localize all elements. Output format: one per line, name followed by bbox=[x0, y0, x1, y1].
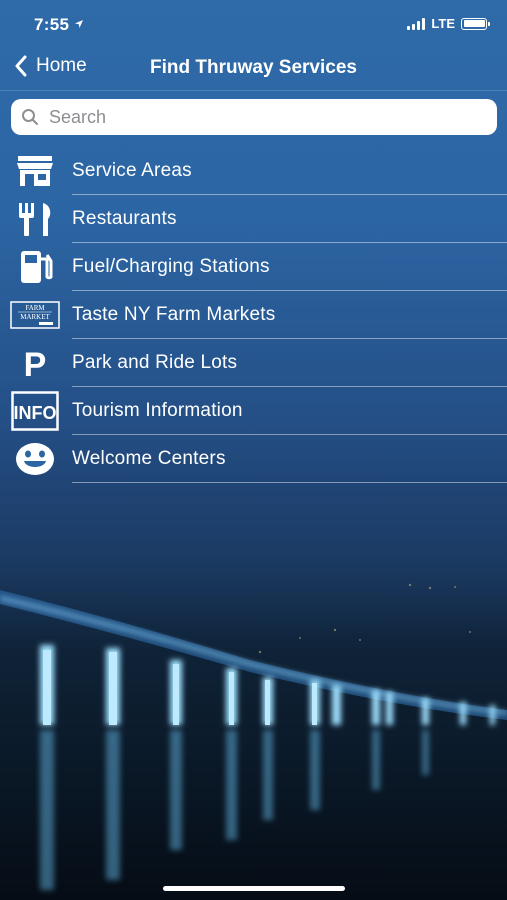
menu-item-label: Service Areas bbox=[72, 160, 192, 181]
background-bridge-image bbox=[0, 560, 507, 900]
menu-item-label: Welcome Centers bbox=[72, 448, 226, 469]
menu-item-welcome-centers[interactable]: Welcome Centers bbox=[0, 435, 507, 483]
search-icon bbox=[22, 109, 38, 125]
menu-item-farm-markets[interactable]: FARM MARKET Taste NY Farm Markets bbox=[0, 291, 507, 339]
store-icon bbox=[10, 147, 60, 195]
divider bbox=[72, 482, 507, 483]
svg-text:INFO: INFO bbox=[14, 403, 57, 423]
fork-knife-icon bbox=[10, 195, 60, 243]
svg-text:FARM: FARM bbox=[25, 304, 45, 312]
network-type: LTE bbox=[431, 16, 455, 31]
menu-item-service-areas[interactable]: Service Areas bbox=[0, 147, 507, 195]
back-button[interactable]: Home bbox=[14, 55, 87, 77]
navigation-bar: Find Thruway Services Home bbox=[0, 46, 507, 90]
services-menu: Service Areas Restaurants Fuel/Charging bbox=[0, 147, 507, 483]
parking-icon: P bbox=[10, 339, 60, 387]
menu-item-park-and-ride[interactable]: P Park and Ride Lots bbox=[0, 339, 507, 387]
nav-divider bbox=[0, 90, 507, 91]
status-time: 7:55 bbox=[34, 15, 84, 35]
back-label: Home bbox=[36, 55, 87, 76]
menu-item-label: Tourism Information bbox=[72, 400, 243, 421]
location-arrow-icon bbox=[75, 20, 84, 28]
svg-text:P: P bbox=[24, 346, 47, 381]
info-icon: INFO bbox=[10, 387, 60, 435]
chevron-left-icon bbox=[15, 55, 27, 77]
menu-item-fuel-charging[interactable]: Fuel/Charging Stations bbox=[0, 243, 507, 291]
fuel-pump-icon bbox=[10, 243, 60, 291]
menu-item-label: Park and Ride Lots bbox=[72, 352, 238, 373]
status-bar: 7:55 LTE bbox=[0, 0, 507, 50]
smiley-icon bbox=[10, 435, 60, 483]
menu-item-label: Taste NY Farm Markets bbox=[72, 304, 276, 325]
status-indicators: LTE bbox=[407, 16, 490, 31]
farm-market-icon: FARM MARKET bbox=[10, 291, 60, 339]
menu-item-restaurants[interactable]: Restaurants bbox=[0, 195, 507, 243]
search-bar[interactable] bbox=[11, 99, 497, 135]
menu-item-label: Fuel/Charging Stations bbox=[72, 256, 270, 277]
signal-strength-icon bbox=[407, 17, 426, 30]
menu-item-label: Restaurants bbox=[72, 208, 177, 229]
home-indicator[interactable] bbox=[163, 886, 345, 891]
menu-item-tourism-info[interactable]: INFO Tourism Information bbox=[0, 387, 507, 435]
battery-icon bbox=[461, 17, 490, 30]
svg-text:MARKET: MARKET bbox=[20, 313, 50, 321]
search-input[interactable] bbox=[47, 105, 471, 129]
